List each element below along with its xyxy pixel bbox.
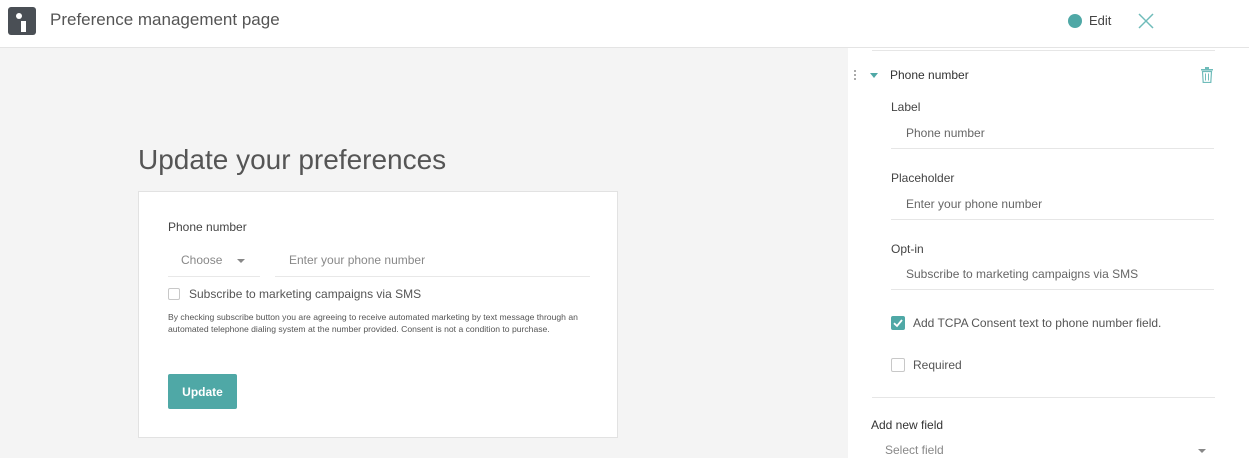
required-label: Required [913, 358, 962, 372]
sms-optin-label: Subscribe to marketing campaigns via SMS [189, 287, 422, 301]
phone-number-input[interactable]: Enter your phone number [275, 244, 590, 277]
placeholder-input[interactable]: Enter your phone number [891, 190, 1214, 220]
close-icon[interactable] [1136, 11, 1156, 31]
label-heading: Label [891, 100, 921, 114]
optin-heading: Opt-in [891, 242, 924, 256]
select-field-placeholder: Select field [885, 443, 944, 457]
checkbox-box[interactable] [168, 288, 180, 300]
logo-icon [8, 7, 36, 35]
required-checkbox[interactable]: Required [891, 358, 962, 372]
trash-icon[interactable] [1200, 67, 1214, 83]
consent-disclaimer: By checking subscribe button you are agr… [168, 312, 578, 334]
placeholder-heading: Placeholder [891, 171, 955, 185]
update-button[interactable]: Update [168, 374, 237, 409]
preference-form-card: Phone number Choose Enter your phone num… [138, 191, 618, 438]
country-code-select[interactable]: Choose [168, 244, 260, 277]
field-settings-panel: Phone number Label Phone number Placehol… [848, 48, 1249, 458]
chevron-down-icon [237, 259, 245, 263]
label-input[interactable]: Phone number [891, 119, 1214, 149]
optin-input-value: Subscribe to marketing campaigns via SMS [906, 267, 1139, 281]
phone-number-label: Phone number [168, 220, 247, 234]
phone-number-placeholder: Enter your phone number [289, 253, 426, 267]
chevron-down-icon [1198, 449, 1206, 453]
top-bar: Preference management page Edit [0, 0, 1249, 48]
sms-optin-checkbox[interactable]: Subscribe to marketing campaigns via SMS [168, 287, 421, 301]
field-title: Phone number [890, 68, 969, 82]
divider [872, 50, 1215, 51]
add-new-field-heading: Add new field [871, 418, 944, 432]
tcpa-consent-label: Add TCPA Consent text to phone number fi… [913, 316, 1162, 330]
checkbox-box[interactable] [891, 358, 905, 372]
edit-toggle[interactable]: Edit [1068, 13, 1111, 28]
placeholder-input-value: Enter your phone number [906, 197, 1043, 211]
country-code-value: Choose [181, 253, 223, 267]
tcpa-consent-checkbox[interactable]: Add TCPA Consent text to phone number fi… [891, 316, 1161, 330]
optin-input[interactable]: Subscribe to marketing campaigns via SMS [891, 260, 1214, 290]
preview-heading: Update your preferences [138, 144, 447, 175]
select-field-dropdown[interactable]: Select field [871, 440, 1214, 458]
divider [872, 397, 1215, 398]
drag-handle-icon[interactable] [853, 70, 857, 84]
edit-status-dot [1068, 13, 1082, 28]
page-title: Preference management page [50, 10, 280, 29]
chevron-down-icon[interactable] [870, 73, 878, 78]
edit-label: Edit [1089, 13, 1112, 28]
check-icon [893, 319, 903, 328]
form-preview-area: Update your preferences Phone number Cho… [0, 48, 848, 458]
checkbox-checked[interactable] [891, 316, 905, 330]
label-input-value: Phone number [906, 126, 985, 140]
